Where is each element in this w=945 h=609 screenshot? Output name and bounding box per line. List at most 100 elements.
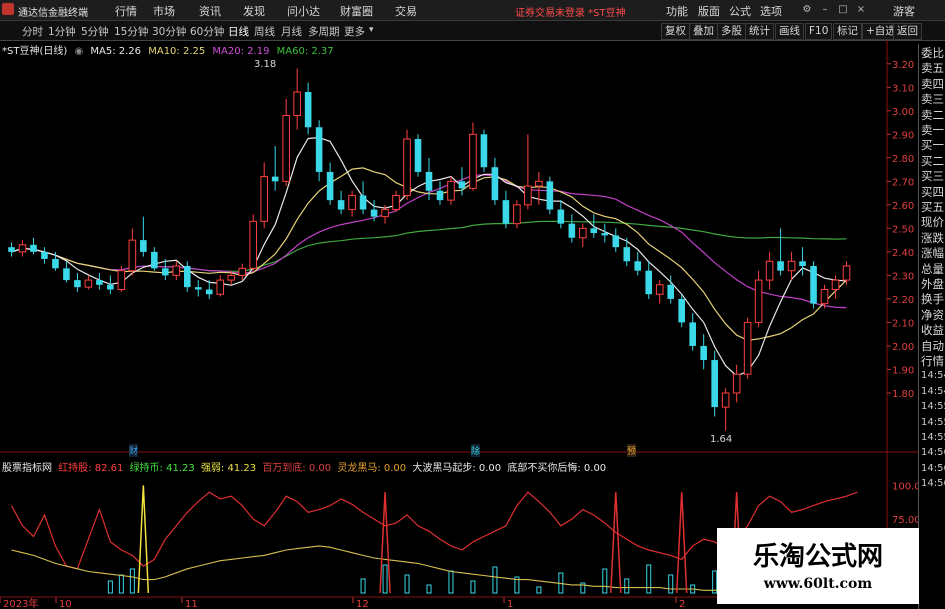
menu-item-market[interactable]: 市场 xyxy=(153,3,175,19)
low-price-label: 1.64 xyxy=(710,434,733,445)
watermark-title: 乐淘公式网 xyxy=(752,542,883,572)
side-panel-item[interactable]: 卖三 xyxy=(921,92,944,106)
indicator-volume-bar xyxy=(624,578,630,594)
menu-item-wealth[interactable]: 财富圈 xyxy=(340,3,373,19)
side-panel-item[interactable]: 净资 xyxy=(921,308,944,322)
side-panel-item[interactable]: 买三 xyxy=(921,169,944,183)
overlay-button[interactable]: 叠加 xyxy=(689,23,718,40)
time-tick-label: 2023年 xyxy=(3,597,38,609)
side-panel-item[interactable]: 卖四 xyxy=(921,77,944,91)
chevron-down-icon[interactable]: ▾ xyxy=(369,25,374,35)
side-panel-item[interactable]: 买四 xyxy=(921,185,944,199)
side-panel-item[interactable]: 买五 xyxy=(921,200,944,214)
indicator-tick-label: 75.00 xyxy=(892,515,918,526)
side-panel-item[interactable]: 14:56 xyxy=(921,462,945,476)
side-panel-item[interactable]: 涨幅 xyxy=(921,246,944,260)
watermark-banner: 乐淘公式网 www.60lt.com xyxy=(717,528,919,604)
tab-timeframe-weekly[interactable]: 周线 xyxy=(254,24,275,39)
tab-timeframe-30min[interactable]: 30分钟 xyxy=(152,24,186,39)
close-icon[interactable]: × xyxy=(854,3,868,16)
back-button[interactable]: 返回 xyxy=(893,23,922,40)
time-tick-label: 12 xyxy=(356,599,369,609)
candle xyxy=(414,134,422,177)
f10-button[interactable]: F10 xyxy=(805,23,833,40)
candle xyxy=(282,99,290,187)
candle-body xyxy=(425,171,433,191)
candle-body xyxy=(337,200,345,210)
candle-body xyxy=(205,289,213,295)
menu-item-function[interactable]: 功能 xyxy=(666,3,688,19)
multi-stock-button[interactable]: 多股 xyxy=(717,23,746,40)
side-panel-item[interactable]: 14:54 xyxy=(921,369,945,383)
menu-item-news[interactable]: 资讯 xyxy=(199,3,221,19)
indicator-tick-label: 100.0 xyxy=(892,481,918,492)
indicator-volume-bar xyxy=(129,568,135,594)
menu-item-options[interactable]: 选项 xyxy=(760,3,782,19)
event-marker-finance[interactable]: 财 xyxy=(129,444,139,457)
side-panel-item[interactable]: 买一 xyxy=(921,138,944,152)
side-panel-item[interactable]: 自动 xyxy=(921,339,944,353)
candle xyxy=(63,261,70,283)
event-marker-forecast[interactable]: 预 xyxy=(627,444,637,457)
candle xyxy=(436,181,444,205)
side-panel-item[interactable]: 收益 xyxy=(921,323,944,337)
candle-body xyxy=(348,194,356,211)
side-panel-item[interactable]: 14:55 xyxy=(921,400,945,414)
side-panel-item[interactable]: 行情 xyxy=(921,354,944,368)
indicator-name[interactable]: 股票指标网 xyxy=(2,463,52,474)
side-panel-item[interactable]: 14:54 xyxy=(921,385,945,399)
side-panel-item[interactable]: 现价 xyxy=(921,215,944,229)
side-panel-item[interactable]: 买二 xyxy=(921,154,944,168)
login-notice[interactable]: 证券交易未登录 *ST豆神 xyxy=(515,4,626,19)
ma60-path xyxy=(11,220,847,272)
tab-timeframe-more[interactable]: 更多 xyxy=(344,24,365,39)
menu-item-layout[interactable]: 版面 xyxy=(698,3,720,19)
tab-timeframe-monthly[interactable]: 月线 xyxy=(281,24,302,39)
candle-body xyxy=(480,134,488,168)
tab-timeframe-1min[interactable]: 1分钟 xyxy=(48,24,76,39)
statistics-button[interactable]: 统计 xyxy=(745,23,774,40)
side-panel-item[interactable]: 14:56 xyxy=(921,477,945,491)
side-panel-item[interactable]: 卖二 xyxy=(921,108,944,122)
side-panel-item[interactable]: 14:56 xyxy=(921,446,945,460)
candle xyxy=(18,240,27,257)
tab-timeframe-daily[interactable]: 日线 xyxy=(228,24,249,39)
side-panel-item[interactable]: 卖一 xyxy=(921,123,944,137)
maximize-icon[interactable]: □ xyxy=(836,3,850,16)
tab-timeframe-tick[interactable]: 分时 xyxy=(22,24,43,39)
side-panel-item[interactable]: 外盘 xyxy=(921,277,944,291)
mark-button[interactable]: 标记 xyxy=(833,23,862,40)
side-panel-item[interactable]: 14:55 xyxy=(921,416,945,430)
side-panel-item[interactable]: 14:55 xyxy=(921,431,945,445)
guest-label[interactable]: 游客 xyxy=(893,3,915,19)
menu-item-ask[interactable]: 问小达 xyxy=(287,3,320,19)
menu-item-quotes[interactable]: 行情 xyxy=(115,3,137,19)
adjust-price-button[interactable]: 复权 xyxy=(661,23,690,40)
event-marker-dividend[interactable]: 除 xyxy=(471,444,481,457)
minimize-icon[interactable]: – xyxy=(818,3,832,16)
candle-body xyxy=(623,247,631,262)
side-panel-item[interactable]: 卖五 xyxy=(921,61,944,75)
settings-icon[interactable]: ⚙ xyxy=(800,3,814,16)
draw-line-button[interactable]: 画线 xyxy=(775,23,804,40)
candle-body xyxy=(810,265,817,304)
tab-timeframe-60min[interactable]: 60分钟 xyxy=(190,24,224,39)
side-panel-item[interactable]: 涨跌 xyxy=(921,231,944,245)
candle xyxy=(469,122,477,191)
price-tick-label: 2.00 xyxy=(892,342,914,353)
menu-item-formula[interactable]: 公式 xyxy=(729,3,751,19)
menu-item-discover[interactable]: 发现 xyxy=(243,3,265,19)
candle xyxy=(645,261,653,299)
tab-timeframe-15min[interactable]: 15分钟 xyxy=(114,24,148,39)
tab-timeframe-5min[interactable]: 5分钟 xyxy=(81,24,109,39)
side-panel-item[interactable]: 换手 xyxy=(921,292,944,306)
candle-body xyxy=(568,223,576,238)
candle xyxy=(304,82,312,135)
price-chart[interactable]: 3.20 3.10 3.00 2.90 2.80 2.70 2.60 2.50 2.40 2.30… xyxy=(0,40,918,609)
candle-body xyxy=(107,284,114,290)
tab-timeframe-multi[interactable]: 多周期 xyxy=(308,24,340,39)
side-panel-item[interactable]: 总量 xyxy=(921,262,944,276)
menu-item-trade[interactable]: 交易 xyxy=(395,3,417,19)
candle-body xyxy=(777,261,784,271)
side-panel-item[interactable]: 委比 xyxy=(921,46,944,60)
